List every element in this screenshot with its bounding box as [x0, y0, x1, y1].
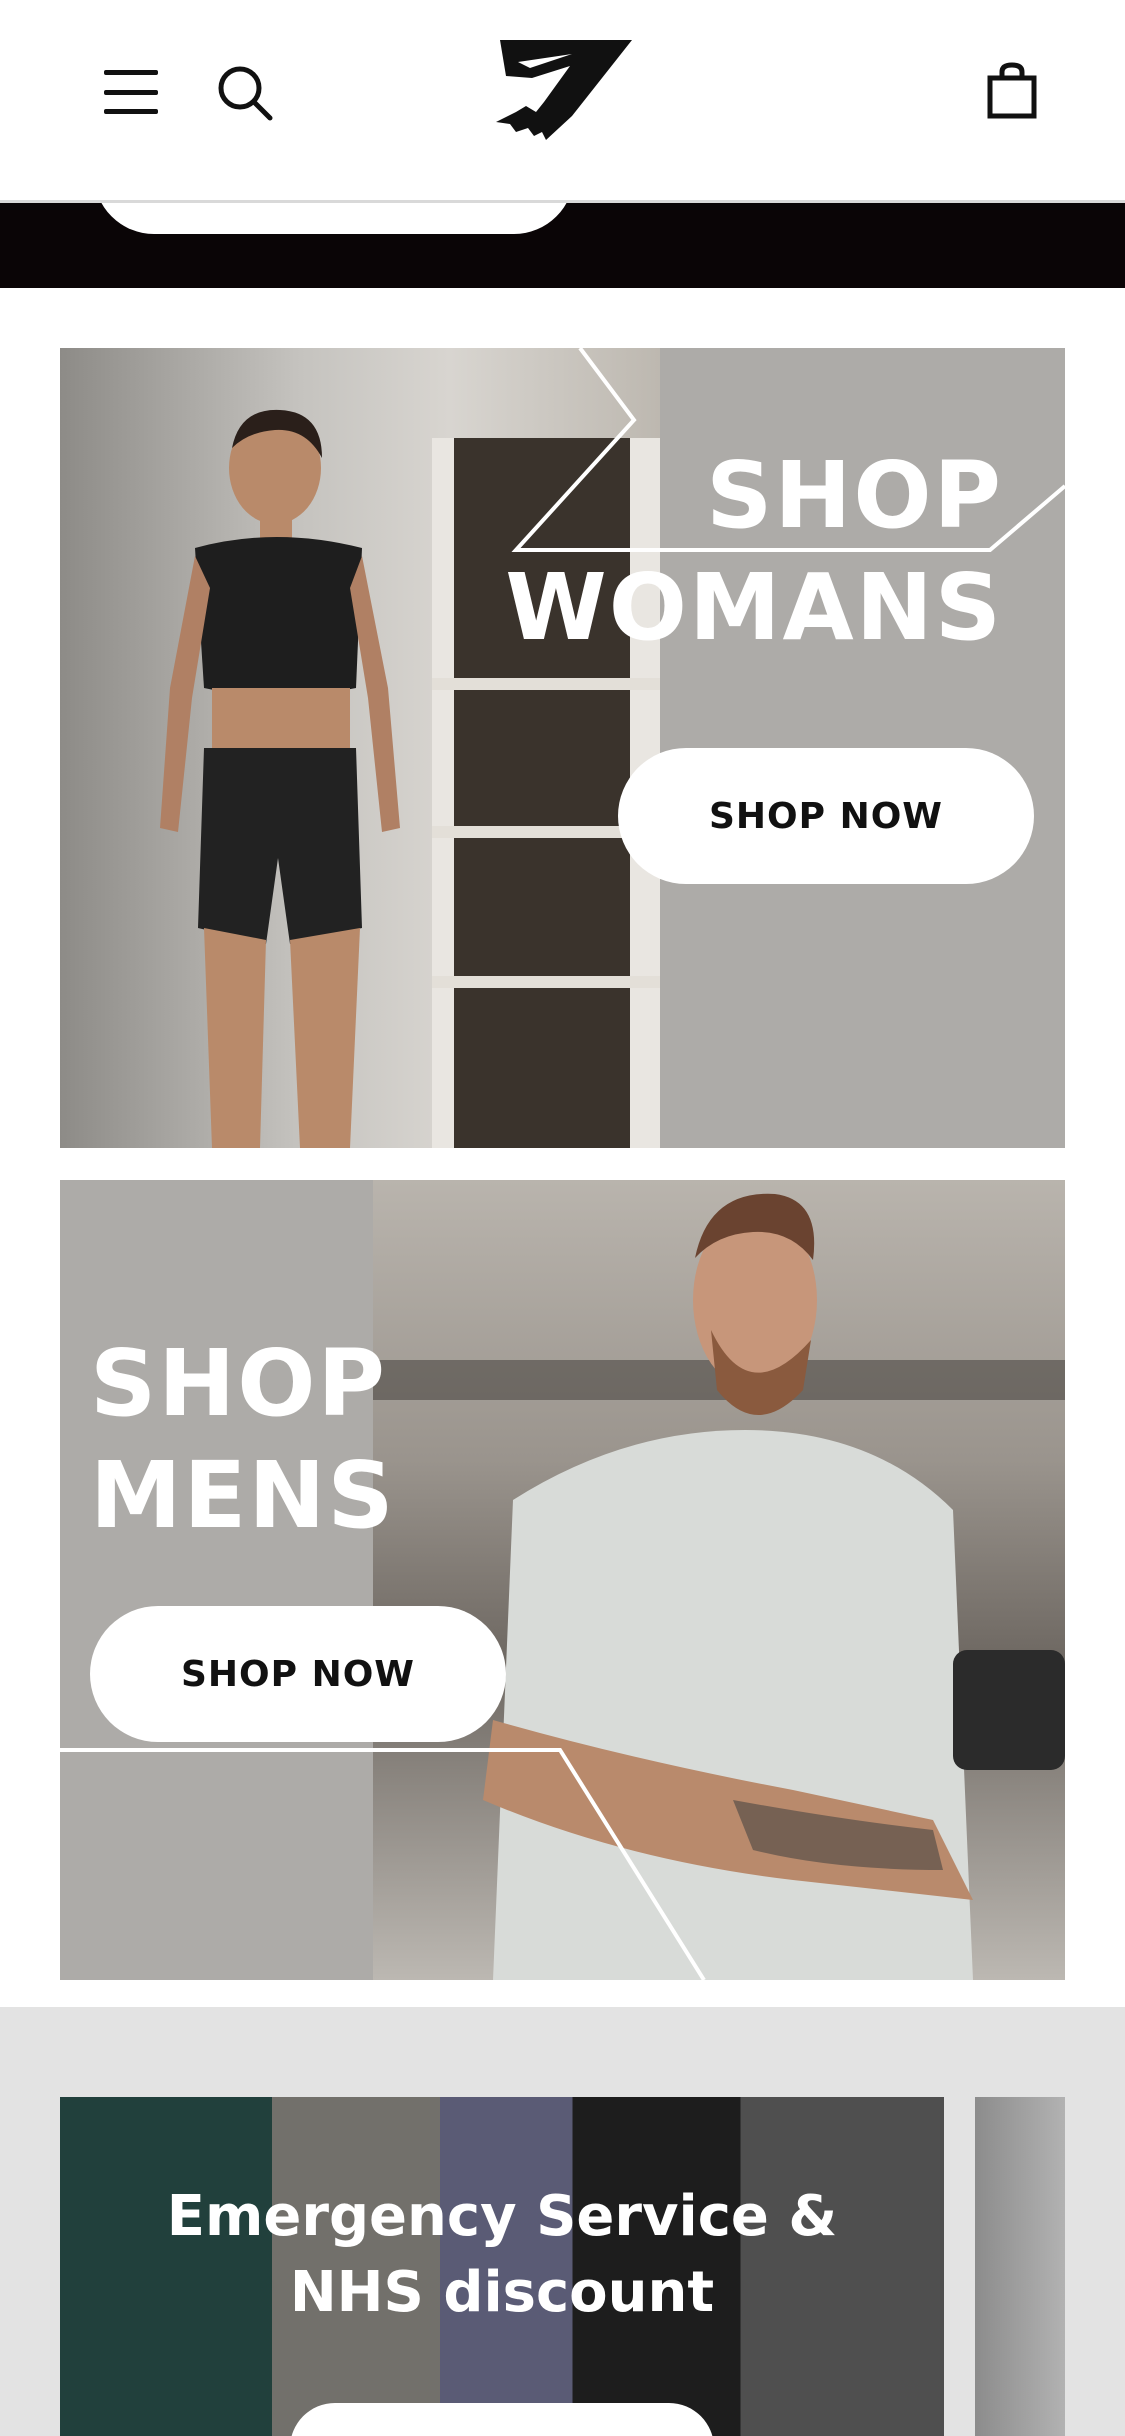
shop-mens-tile[interactable]: SHOP MENS SHOP NOW [60, 1180, 1065, 1980]
female-athlete-figure [160, 409, 400, 1148]
title-line: SHOP [706, 442, 1003, 549]
menu-line [104, 70, 158, 75]
gymshark-logo[interactable] [492, 36, 632, 142]
card-title-line: Emergency Service & [166, 2184, 838, 2249]
next-carousel-card[interactable] [975, 2097, 1065, 2436]
title-line: WOMANS [505, 554, 1003, 661]
male-athlete-figure [373, 1193, 1065, 1980]
discount-carousel: Emergency Service & NHS discount [0, 2007, 1125, 2436]
card-title-line: NHS discount [289, 2260, 715, 2325]
menu-line [104, 109, 158, 114]
discount-card-button[interactable] [290, 2403, 714, 2436]
shop-womens-button[interactable]: SHOP NOW [618, 748, 1034, 884]
title-line: SHOP [90, 1330, 387, 1437]
search-icon[interactable] [214, 62, 276, 124]
title-line: MENS [90, 1442, 396, 1549]
discount-card-title: Emergency Service & NHS discount [60, 2179, 944, 2331]
menu-line [104, 89, 158, 95]
hamburger-menu-icon[interactable] [104, 70, 158, 114]
shopping-bag-icon[interactable] [986, 62, 1038, 120]
shop-womens-tile[interactable]: SHOP WOMANS SHOP NOW [60, 348, 1065, 1148]
discount-card[interactable]: Emergency Service & NHS discount [60, 2097, 944, 2436]
shop-womens-title: SHOP WOMANS [505, 440, 1003, 664]
shop-mens-title: SHOP MENS [90, 1328, 396, 1552]
top-nav-bar [0, 0, 1125, 203]
shelf-board [432, 678, 660, 690]
shelf-board [432, 976, 660, 988]
shop-mens-button[interactable]: SHOP NOW [90, 1606, 506, 1742]
